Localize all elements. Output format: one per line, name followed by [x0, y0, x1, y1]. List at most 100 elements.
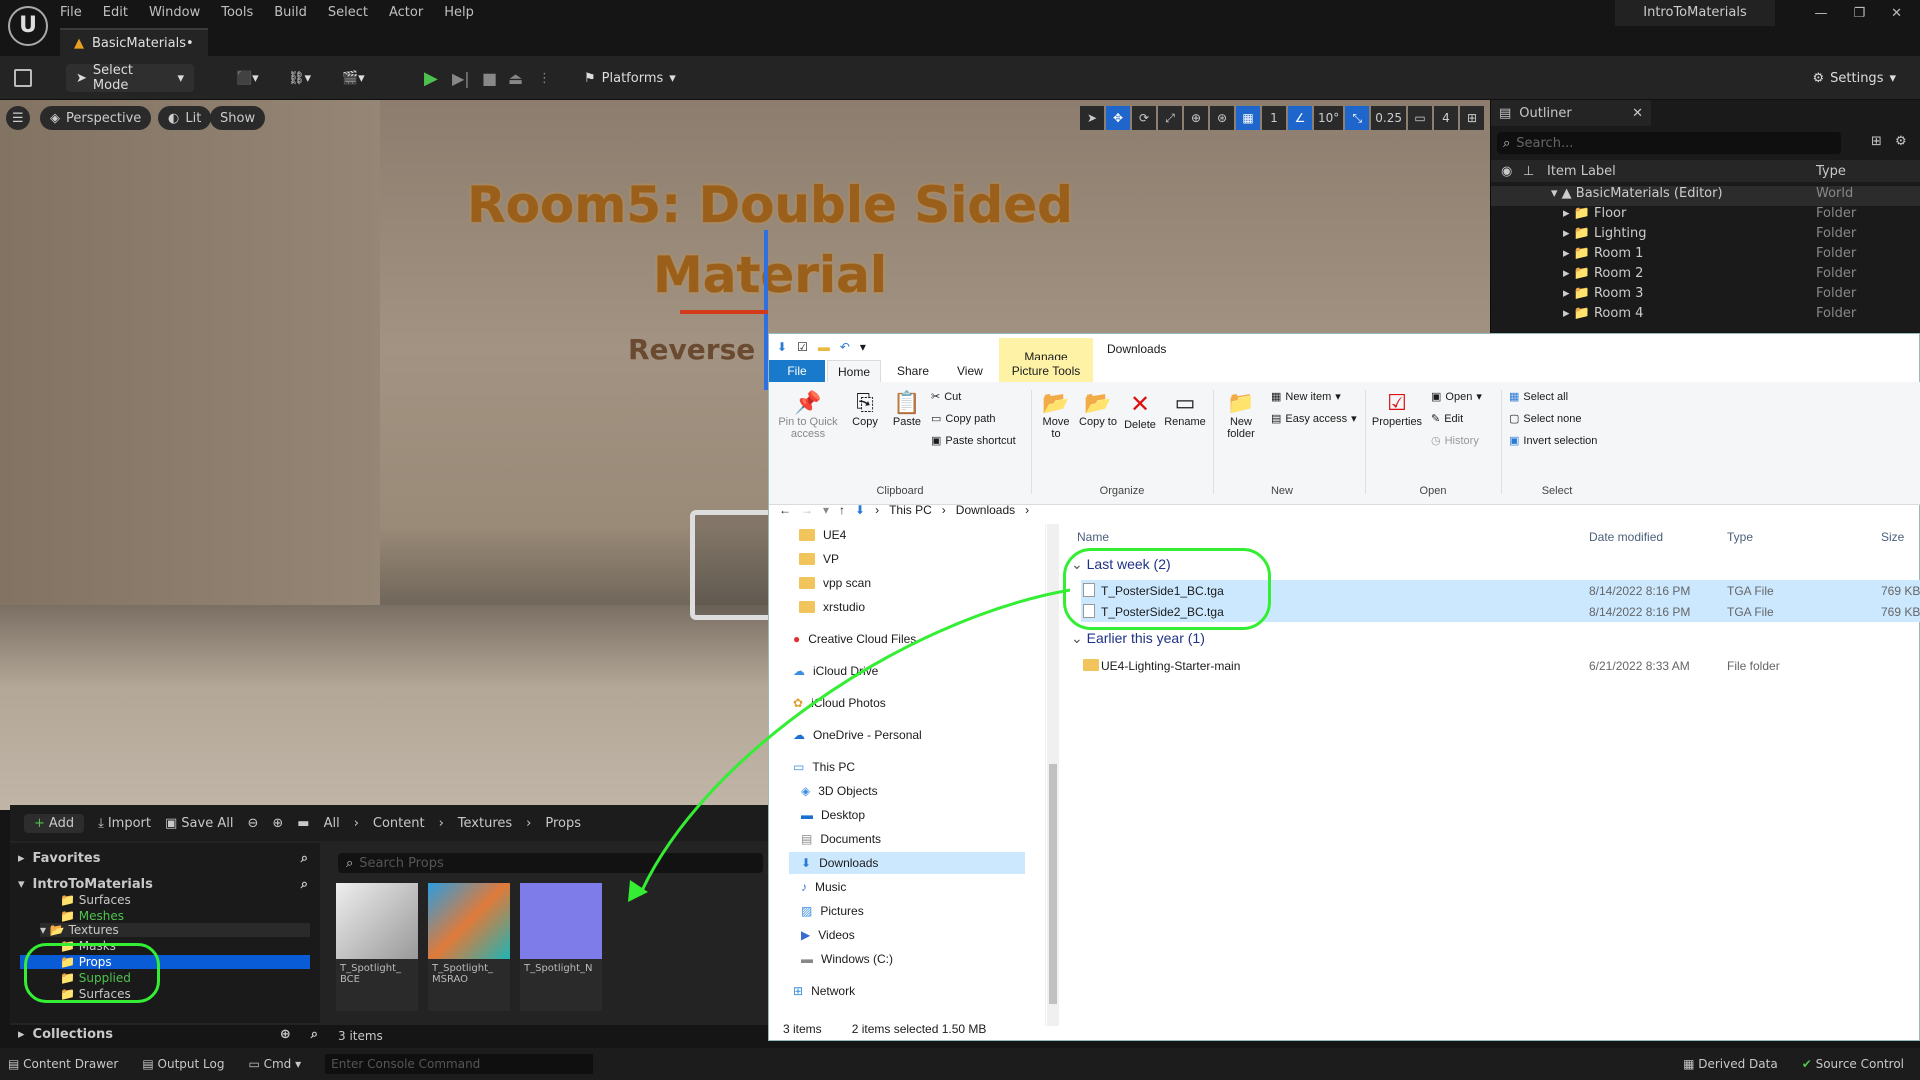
menu-window[interactable]: Window: [149, 5, 200, 20]
close-icon[interactable]: ✕: [1632, 106, 1643, 121]
nav-item[interactable]: ▬ Desktop: [801, 804, 865, 826]
history-forward-icon[interactable]: ⊕: [272, 816, 283, 831]
cinematics-button[interactable]: 🎬▾: [332, 64, 375, 92]
surface-snap-icon[interactable]: ⊛: [1210, 106, 1234, 130]
collections-section[interactable]: ▸ Collections ⊕ ⌕: [18, 1027, 318, 1042]
move-tool-icon[interactable]: ✥: [1106, 106, 1130, 130]
pin-icon[interactable]: ⊥: [1523, 164, 1534, 179]
back-icon[interactable]: ←: [779, 503, 791, 517]
scale-tool-icon[interactable]: ⤢: [1158, 106, 1182, 130]
outliner-row[interactable]: ▸ 📁 Room 1 Folder: [1491, 246, 1920, 266]
nav-item[interactable]: VP: [799, 548, 839, 570]
source-control-button[interactable]: ✔ Source Control: [1802, 1057, 1904, 1071]
cmd-button[interactable]: ▭ Cmd ▾: [248, 1057, 301, 1071]
nav-item[interactable]: ▬ Windows (C:): [801, 948, 893, 970]
breadcrumb-all[interactable]: All: [324, 816, 340, 831]
lit-button[interactable]: ◐ Lit: [158, 106, 212, 130]
nav-item[interactable]: ☁ iCloud Drive: [793, 660, 878, 682]
customize-icon[interactable]: ▾: [860, 340, 866, 354]
favorites-section[interactable]: ▸ Favorites ⌕: [18, 851, 318, 866]
scale-snap-value[interactable]: 0.25: [1371, 106, 1406, 130]
show-button[interactable]: Show: [210, 106, 266, 130]
history-button[interactable]: ◷ History: [1431, 434, 1479, 448]
properties-button[interactable]: ☑ Properties: [1369, 390, 1425, 428]
rotation-snap-icon[interactable]: ∠: [1288, 106, 1312, 130]
add-actor-button[interactable]: ⬛▾: [226, 64, 269, 92]
breadcrumb-content[interactable]: Content: [373, 816, 425, 831]
copy-to-button[interactable]: 📂 Copy to: [1079, 390, 1117, 428]
settings-button[interactable]: ⚙ Settings ▾: [1802, 64, 1906, 92]
group-header-earlier[interactable]: ⌄ Earlier this year (1): [1071, 630, 1920, 651]
menu-select[interactable]: Select: [328, 5, 368, 20]
nav-item[interactable]: ▶ Videos: [801, 924, 855, 946]
add-folder-icon[interactable]: ⊞: [1871, 134, 1882, 149]
search-icon[interactable]: ⌕: [311, 1027, 318, 1042]
select-mode-button[interactable]: ➤ Select Mode ▾: [66, 63, 194, 93]
properties-icon[interactable]: ☑: [797, 340, 808, 354]
restore-icon[interactable]: ❐: [1853, 6, 1865, 21]
asset-search[interactable]: ⌕ Search Props: [338, 853, 763, 873]
menu-file[interactable]: File: [60, 5, 82, 20]
select-tool-icon[interactable]: ➤: [1080, 106, 1104, 130]
nav-scrollbar[interactable]: [1047, 524, 1059, 1026]
paste-button[interactable]: 📋 Paste: [887, 390, 927, 428]
nav-item[interactable]: ● Creative Cloud Files: [793, 628, 916, 650]
undo-icon[interactable]: ↶: [840, 340, 850, 354]
folder-icon[interactable]: ▬: [818, 340, 830, 354]
search-icon[interactable]: ⌕: [301, 851, 308, 866]
nav-item[interactable]: UE4: [799, 524, 846, 546]
menu-tools[interactable]: Tools: [221, 5, 253, 20]
nav-item[interactable]: ✿ iCloud Photos: [793, 692, 886, 714]
edit-button[interactable]: ✎ Edit: [1431, 412, 1463, 426]
asset-tile[interactable]: T_Spotlight_N: [520, 883, 602, 1011]
tab-picture-tools[interactable]: Picture Tools: [999, 360, 1093, 382]
visibility-icon[interactable]: ◉: [1501, 164, 1512, 179]
breadcrumb-props[interactable]: Props: [545, 816, 581, 831]
breadcrumb-textures[interactable]: Textures: [458, 816, 512, 831]
nav-item[interactable]: ▭ This PC: [793, 756, 855, 778]
rename-button[interactable]: ▭ Rename: [1163, 390, 1207, 428]
new-item-button[interactable]: ▦ New item ▾: [1271, 390, 1341, 404]
gizmo-x-axis[interactable]: [680, 310, 768, 314]
add-collection-icon[interactable]: ⊕: [280, 1027, 291, 1042]
tree-folder[interactable]: 📁 Surfaces: [60, 893, 131, 907]
nav-item[interactable]: ◈ 3D Objects: [801, 780, 878, 802]
camera-speed-icon[interactable]: ▭: [1408, 106, 1432, 130]
column-type[interactable]: Type: [1816, 164, 1846, 179]
recent-locations-icon[interactable]: ▾: [823, 503, 829, 517]
tab-file[interactable]: File: [769, 360, 825, 382]
copy-path-button[interactable]: ▭ Copy path: [931, 412, 996, 426]
easy-access-button[interactable]: ▤ Easy access ▾: [1271, 412, 1357, 426]
scale-snap-icon[interactable]: ⤡: [1345, 106, 1370, 130]
derived-data-button[interactable]: ▦ Derived Data: [1683, 1057, 1778, 1071]
column-type[interactable]: Type: [1727, 530, 1753, 544]
tree-folder[interactable]: 📁 Meshes: [60, 909, 124, 923]
grid-snap-icon[interactable]: ▦: [1236, 106, 1260, 130]
content-drawer-button[interactable]: ▤ Content Drawer: [8, 1057, 118, 1071]
cut-button[interactable]: ✂ Cut: [931, 390, 961, 404]
select-all-button[interactable]: ▦ Select all: [1509, 390, 1568, 404]
breadcrumb-this-pc[interactable]: This PC: [889, 503, 932, 517]
output-log-button[interactable]: ▤ Output Log: [142, 1057, 224, 1071]
delete-button[interactable]: ✕ Delete: [1121, 390, 1159, 431]
nav-item[interactable]: vpp scan: [799, 572, 871, 594]
menu-edit[interactable]: Edit: [103, 5, 128, 20]
nav-item[interactable]: xrstudio: [799, 596, 865, 618]
outliner-row[interactable]: ▸ 📁 Lighting Folder: [1491, 226, 1920, 246]
add-button[interactable]: + Add: [24, 813, 85, 833]
nav-item[interactable]: ♪ Music: [801, 876, 846, 898]
camera-speed-value[interactable]: 4: [1434, 106, 1458, 130]
menu-actor[interactable]: Actor: [389, 5, 423, 20]
breadcrumb-downloads[interactable]: Downloads: [956, 503, 1015, 517]
tab-home[interactable]: Home: [827, 360, 881, 384]
rotation-snap-value[interactable]: 10°: [1314, 106, 1344, 130]
column-size[interactable]: Size: [1881, 530, 1904, 544]
world-space-icon[interactable]: ⊕: [1184, 106, 1208, 130]
project-section[interactable]: ▾ IntroToMaterials ⌕: [18, 877, 318, 892]
close-icon[interactable]: ✕: [1891, 6, 1902, 21]
outliner-row[interactable]: ▸ 📁 Room 3 Folder: [1491, 286, 1920, 306]
nav-item[interactable]: ▤ Documents: [801, 828, 881, 850]
new-folder-button[interactable]: 📁 New folder: [1219, 390, 1263, 440]
column-date-modified[interactable]: Date modified: [1589, 530, 1663, 544]
move-to-button[interactable]: 📂 Move to: [1037, 390, 1075, 440]
